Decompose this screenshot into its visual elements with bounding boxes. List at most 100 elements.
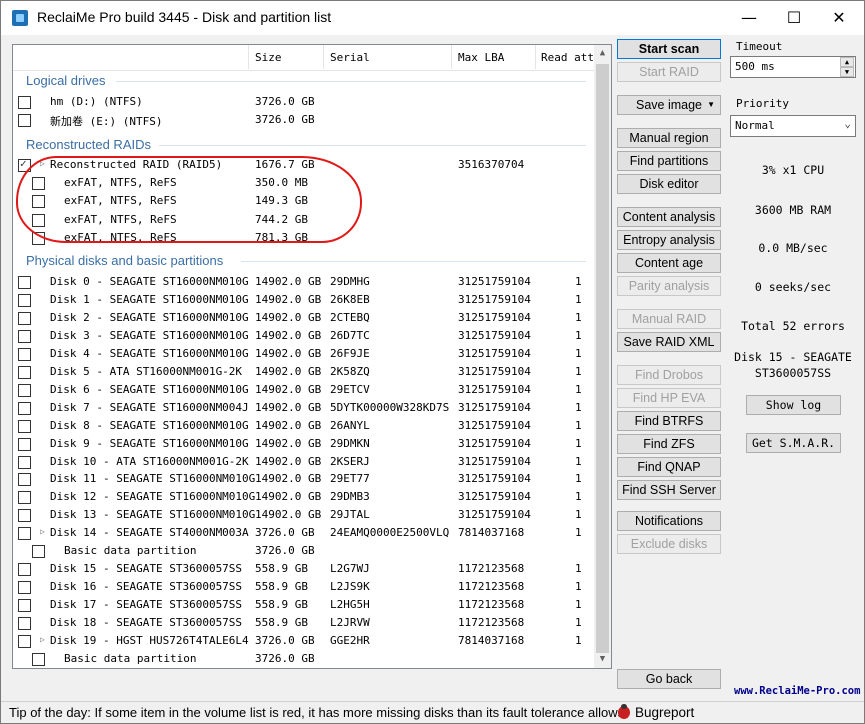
disk-row[interactable]: Disk 8 - SEAGATE ST16000NM010G 14902.0 GB… [13,417,596,435]
find-ssh-server-button[interactable]: Find SSH Server [617,480,721,500]
scroll-thumb[interactable] [596,64,609,653]
find-zfs-button[interactable]: Find ZFS [617,434,721,454]
disk-row[interactable]: Disk 6 - SEAGATE ST16000NM010G 14902.0 GB… [13,381,596,399]
spin-down-icon[interactable]: ▼ [840,67,854,77]
disk-row[interactable]: Disk 7 - SEAGATE ST16000NM004J 14902.0 GB… [13,399,596,417]
minimize-button[interactable]: — [726,1,772,35]
partition-row[interactable]: Basic data partition 3726.0 GB [13,650,596,668]
raid-row[interactable]: Reconstructed RAID (RAID5) 1676.7 GB 35163… [13,156,596,174]
find-drobos-button[interactable]: Find Drobos [617,365,721,385]
expand-arrow-icon[interactable]: ▷ [40,635,45,644]
disk-row[interactable]: Disk 15 - SEAGATE ST3600057SS 558.9 GB L2G… [13,560,596,578]
checkbox[interactable] [18,527,31,541]
checkbox[interactable] [18,419,31,433]
notifications-button[interactable]: Notifications [617,511,721,531]
checkbox[interactable] [18,365,31,379]
disk-row[interactable]: ▷ Disk 19 - HGST HUS726T4TALE6L4 3726.0 GB… [13,632,596,650]
checkbox[interactable] [32,545,45,559]
checkbox[interactable] [18,383,31,397]
checkbox[interactable] [18,401,31,415]
checkbox[interactable] [18,635,31,648]
checkbox[interactable] [32,195,45,209]
checkbox[interactable] [32,177,45,191]
disk-row[interactable]: Disk 10 - ATA ST16000NM001G-2K 14902.0 GB… [13,453,596,471]
show-log-button[interactable]: Show log [746,395,841,415]
timeout-spinner[interactable]: 500 ms ▲ ▼ [730,56,856,78]
logical-drive-row[interactable]: 新加卷 (E:) (NTFS) 3726.0 GB [13,111,596,129]
website-link[interactable]: www.ReclaiMe-Pro.com [734,685,860,697]
scroll-down-icon[interactable]: ▼ [594,651,611,668]
spin-up-icon[interactable]: ▲ [840,57,854,67]
checkbox[interactable] [32,213,45,227]
checkbox[interactable] [32,231,45,245]
raid-partition-row[interactable]: exFAT, NTFS, ReFS 350.0 MB [13,174,596,192]
save-image-button[interactable]: Save image ▼ [617,95,721,115]
disk-list[interactable]: Size Serial Max LBA Read att Logical dri… [12,44,612,669]
disk-row[interactable]: Disk 13 - SEAGATE ST16000NM010G 14902.0 G… [13,506,596,524]
maximize-button[interactable]: ☐ [771,1,817,35]
col-serial[interactable]: Serial [330,51,370,64]
checkbox[interactable] [18,311,31,325]
exclude-disks-button[interactable]: Exclude disks [617,534,721,554]
expand-arrow-icon[interactable]: ▷ [40,159,45,168]
entropy-analysis-button[interactable]: Entropy analysis [617,230,721,250]
manual-region-button[interactable]: Manual region [617,128,721,148]
expand-arrow-icon[interactable]: ▷ [40,527,45,536]
disk-row[interactable]: Disk 17 - SEAGATE ST3600057SS 558.9 GB L2H… [13,596,596,614]
bug-icon[interactable] [618,704,630,719]
raid-partition-row[interactable]: exFAT, NTFS, ReFS 149.3 GB [13,192,596,210]
disk-row[interactable]: ▷ Disk 14 - SEAGATE ST4000NM003A 3726.0 GB… [13,524,596,542]
disk-row[interactable]: Disk 12 - SEAGATE ST16000NM010G 14902.0 G… [13,488,596,506]
checkbox[interactable] [18,617,31,631]
checkbox[interactable] [18,473,31,487]
checkbox[interactable] [18,437,31,451]
disk-row[interactable]: Disk 9 - SEAGATE ST16000NM010G 14902.0 GB… [13,435,596,453]
disk-row[interactable]: Disk 3 - SEAGATE ST16000NM010G 14902.0 GB… [13,327,596,345]
find-hp-eva-button[interactable]: Find HP EVA [617,388,721,408]
disk-row[interactable]: Disk 5 - ATA ST16000NM001G-2K 14902.0 GB 2… [13,363,596,381]
col-max-lba[interactable]: Max LBA [458,51,504,64]
parity-analysis-button[interactable]: Parity analysis [617,276,721,296]
raid-partition-row[interactable]: exFAT, NTFS, ReFS 781.3 GB [13,229,596,247]
disk-row[interactable]: Disk 16 - SEAGATE ST3600057SS 558.9 GB L2J… [13,578,596,596]
checkbox[interactable] [18,455,31,469]
checkbox[interactable] [32,652,45,666]
go-back-button[interactable]: Go back [617,669,721,689]
disk-row[interactable]: Disk 11 - SEAGATE ST16000NM010G 14902.0 G… [13,470,596,488]
manual-raid-button[interactable]: Manual RAID [617,309,721,329]
find-qnap-button[interactable]: Find QNAP [617,457,721,477]
find-partitions-button[interactable]: Find partitions [617,151,721,171]
start-scan-button[interactable]: Start scan [617,39,721,59]
bugreport-link[interactable]: Bugreport [635,705,694,720]
list-scrollbar[interactable]: ▲ ▼ [594,45,611,668]
checkbox[interactable] [18,276,31,289]
checkbox[interactable] [18,599,31,613]
disk-row[interactable]: Disk 0 - SEAGATE ST16000NM010G 14902.0 GB… [13,273,596,291]
disk-row[interactable]: Disk 18 - SEAGATE ST3600057SS 558.9 GB L2J… [13,614,596,632]
scroll-up-icon[interactable]: ▲ [594,45,611,62]
checkbox[interactable] [18,157,31,172]
disk-editor-button[interactable]: Disk editor [617,174,721,194]
close-button[interactable]: ✕ [816,1,862,35]
checkbox[interactable] [18,491,31,505]
priority-select[interactable]: Normal ⌄ [730,115,856,137]
checkbox[interactable] [18,509,31,523]
checkbox[interactable] [18,347,31,361]
checkbox[interactable] [18,96,31,109]
checkbox[interactable] [18,581,31,595]
content-age-button[interactable]: Content age [617,253,721,273]
disk-row[interactable]: Disk 1 - SEAGATE ST16000NM010G 14902.0 GB… [13,291,596,309]
logical-drive-row[interactable]: hm (D:) (NTFS) 3726.0 GB [13,93,596,111]
save-raid-xml-button[interactable]: Save RAID XML [617,332,721,352]
partition-row[interactable]: Basic data partition 3726.0 GB [13,542,596,560]
checkbox[interactable] [18,114,31,127]
col-size[interactable]: Size [255,51,282,64]
disk-row[interactable]: Disk 4 - SEAGATE ST16000NM010G 14902.0 GB… [13,345,596,363]
col-read-att[interactable]: Read att [541,51,594,64]
start-raid-button[interactable]: Start RAID [617,62,721,82]
content-analysis-button[interactable]: Content analysis [617,207,721,227]
find-btrfs-button[interactable]: Find BTRFS [617,411,721,431]
checkbox[interactable] [18,563,31,577]
raid-partition-row[interactable]: exFAT, NTFS, ReFS 744.2 GB [13,211,596,229]
disk-row[interactable]: Disk 2 - SEAGATE ST16000NM010G 14902.0 GB… [13,309,596,327]
